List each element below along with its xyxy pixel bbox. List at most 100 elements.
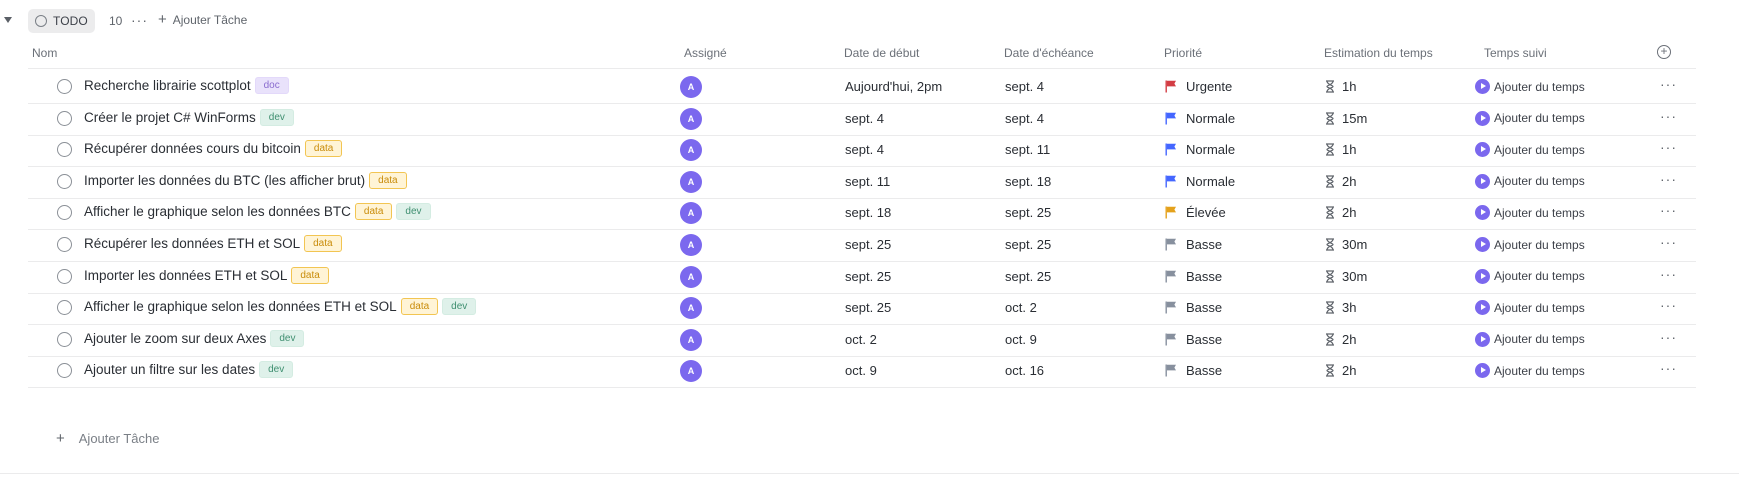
play-icon[interactable] [1475, 110, 1490, 126]
time-tracked-cell[interactable]: Ajouter du temps [1475, 173, 1585, 189]
play-icon[interactable] [1475, 268, 1490, 284]
start-date[interactable]: sept. 25 [845, 269, 891, 284]
column-header-time-tracked[interactable]: Temps suivi [1484, 46, 1547, 60]
priority-cell[interactable]: Basse [1165, 363, 1222, 378]
assignee-avatar[interactable]: A [680, 76, 702, 98]
row-options-icon[interactable]: ··· [1660, 266, 1677, 282]
task-name-text[interactable]: Créer le projet C# WinForms [84, 110, 256, 125]
assignee-avatar[interactable]: A [680, 234, 702, 256]
task-name[interactable]: Afficher le graphique selon les données … [84, 203, 431, 221]
add-column-icon[interactable]: + [1657, 45, 1671, 59]
task-status-checkbox[interactable] [57, 79, 72, 94]
tag-data[interactable]: data [354, 203, 393, 221]
tag-data[interactable]: data [400, 298, 439, 316]
task-row[interactable]: Créer le projet C# WinForms dev A sept. … [28, 101, 1696, 136]
play-icon[interactable] [1475, 142, 1490, 158]
row-options-icon[interactable]: ··· [1660, 234, 1677, 250]
time-estimate-cell[interactable]: 1h [1325, 142, 1356, 157]
time-tracked-cell[interactable]: Ajouter du temps [1475, 268, 1585, 284]
assignee-avatar[interactable]: A [680, 170, 702, 193]
time-tracked-cell[interactable]: Ajouter du temps [1475, 300, 1585, 316]
task-name[interactable]: Créer le projet C# WinForms dev [84, 108, 294, 126]
time-tracked-cell[interactable]: Ajouter du temps [1475, 237, 1585, 252]
due-date[interactable]: sept. 18 [1005, 174, 1051, 189]
task-row[interactable]: Ajouter un filtre sur les dates dev A oc… [28, 353, 1696, 389]
task-status-checkbox[interactable] [57, 110, 72, 126]
due-date[interactable]: sept. 4 [1005, 111, 1044, 126]
time-estimate-cell[interactable]: 2h [1325, 332, 1356, 347]
priority-cell[interactable]: Basse [1165, 300, 1222, 315]
row-options-icon[interactable]: ··· [1660, 108, 1677, 124]
time-tracked-cell[interactable]: Ajouter du temps [1475, 142, 1585, 158]
start-date[interactable]: sept. 11 [845, 174, 890, 189]
collapse-caret-icon[interactable] [4, 17, 12, 23]
priority-cell[interactable]: Élevée [1165, 205, 1226, 220]
column-header-assignee[interactable]: Assigné [684, 46, 727, 60]
play-icon[interactable] [1475, 79, 1490, 94]
time-tracked-cell[interactable]: Ajouter du temps [1475, 331, 1585, 347]
task-status-checkbox[interactable] [57, 363, 72, 379]
task-name-text[interactable]: Ajouter le zoom sur deux Axes [84, 331, 266, 346]
tag-data[interactable]: data [304, 235, 342, 252]
priority-cell[interactable]: Normale [1165, 111, 1235, 126]
task-row[interactable]: Importer les données ETH et SOL data A s… [28, 259, 1696, 294]
task-row[interactable]: Récupérer données cours du bitcoin data … [28, 132, 1696, 168]
task-name[interactable]: Ajouter un filtre sur les dates dev [84, 361, 294, 379]
due-date[interactable]: sept. 11 [1005, 142, 1050, 157]
play-icon[interactable] [1475, 363, 1490, 379]
task-status-checkbox[interactable] [57, 237, 72, 252]
start-date[interactable]: sept. 4 [845, 111, 884, 126]
task-status-checkbox[interactable] [57, 268, 72, 284]
row-options-icon[interactable]: ··· [1660, 360, 1677, 376]
play-icon[interactable] [1475, 205, 1490, 221]
time-estimate-cell[interactable]: 15m [1325, 111, 1367, 126]
start-date[interactable]: sept. 18 [845, 205, 891, 220]
task-name[interactable]: Importer les données du BTC (les affiche… [84, 171, 407, 189]
task-name-text[interactable]: Afficher le graphique selon les données … [84, 204, 351, 219]
tag-doc[interactable]: doc [254, 77, 289, 94]
due-date[interactable]: sept. 25 [1005, 205, 1051, 220]
status-group-todo[interactable]: TODO [28, 9, 95, 33]
tag-data[interactable]: data [369, 171, 407, 189]
start-date[interactable]: sept. 25 [845, 300, 891, 315]
assignee-avatar[interactable]: A [680, 328, 702, 351]
add-task-header-button[interactable]: + Ajouter Tâche [158, 12, 247, 27]
task-name-text[interactable]: Ajouter un filtre sur les dates [84, 362, 255, 377]
row-options-icon[interactable]: ··· [1660, 329, 1677, 345]
play-icon[interactable] [1475, 237, 1490, 252]
task-name-text[interactable]: Importer les données ETH et SOL [84, 268, 287, 283]
time-tracked-cell[interactable]: Ajouter du temps [1475, 79, 1585, 94]
task-status-checkbox[interactable] [57, 205, 72, 221]
row-options-icon[interactable]: ··· [1660, 297, 1677, 313]
due-date[interactable]: sept. 4 [1005, 79, 1044, 94]
row-options-icon[interactable]: ··· [1660, 171, 1677, 187]
task-name[interactable]: Récupérer données cours du bitcoin data [84, 140, 343, 158]
start-date[interactable]: oct. 2 [845, 332, 877, 347]
task-row[interactable]: Ajouter le zoom sur deux Axes dev A oct.… [28, 322, 1696, 357]
task-status-checkbox[interactable] [57, 300, 72, 316]
task-name[interactable]: Importer les données ETH et SOL data [84, 266, 329, 284]
priority-cell[interactable]: Basse [1165, 269, 1222, 284]
time-estimate-cell[interactable]: 2h [1325, 205, 1356, 220]
assignee-avatar[interactable]: A [680, 297, 702, 320]
assignee-avatar[interactable]: A [680, 265, 702, 288]
column-header-priority[interactable]: Priorité [1164, 46, 1202, 60]
task-row[interactable]: Afficher le graphique selon les données … [28, 290, 1696, 326]
task-status-checkbox[interactable] [57, 331, 72, 347]
tag-dev[interactable]: dev [396, 203, 431, 221]
time-estimate-cell[interactable]: 1h [1325, 79, 1356, 94]
task-row[interactable]: Importer les données du BTC (les affiche… [28, 164, 1696, 199]
column-header-due-date[interactable]: Date d'échéance [1004, 46, 1094, 60]
task-row[interactable]: Recherche librairie scottplot doc A Aujo… [28, 69, 1696, 104]
due-date[interactable]: oct. 16 [1005, 363, 1044, 378]
priority-cell[interactable]: Normale [1165, 174, 1235, 189]
task-name-text[interactable]: Importer les données du BTC (les affiche… [84, 173, 365, 188]
task-name[interactable]: Recherche librairie scottplot doc [84, 77, 289, 94]
time-estimate-cell[interactable]: 30m [1325, 269, 1367, 284]
task-name[interactable]: Ajouter le zoom sur deux Axes dev [84, 329, 305, 347]
play-icon[interactable] [1475, 173, 1490, 189]
time-estimate-cell[interactable]: 30m [1325, 237, 1367, 252]
start-date[interactable]: Aujourd'hui, 2pm [845, 79, 942, 94]
time-tracked-cell[interactable]: Ajouter du temps [1475, 110, 1585, 126]
assignee-avatar[interactable]: A [680, 360, 702, 383]
